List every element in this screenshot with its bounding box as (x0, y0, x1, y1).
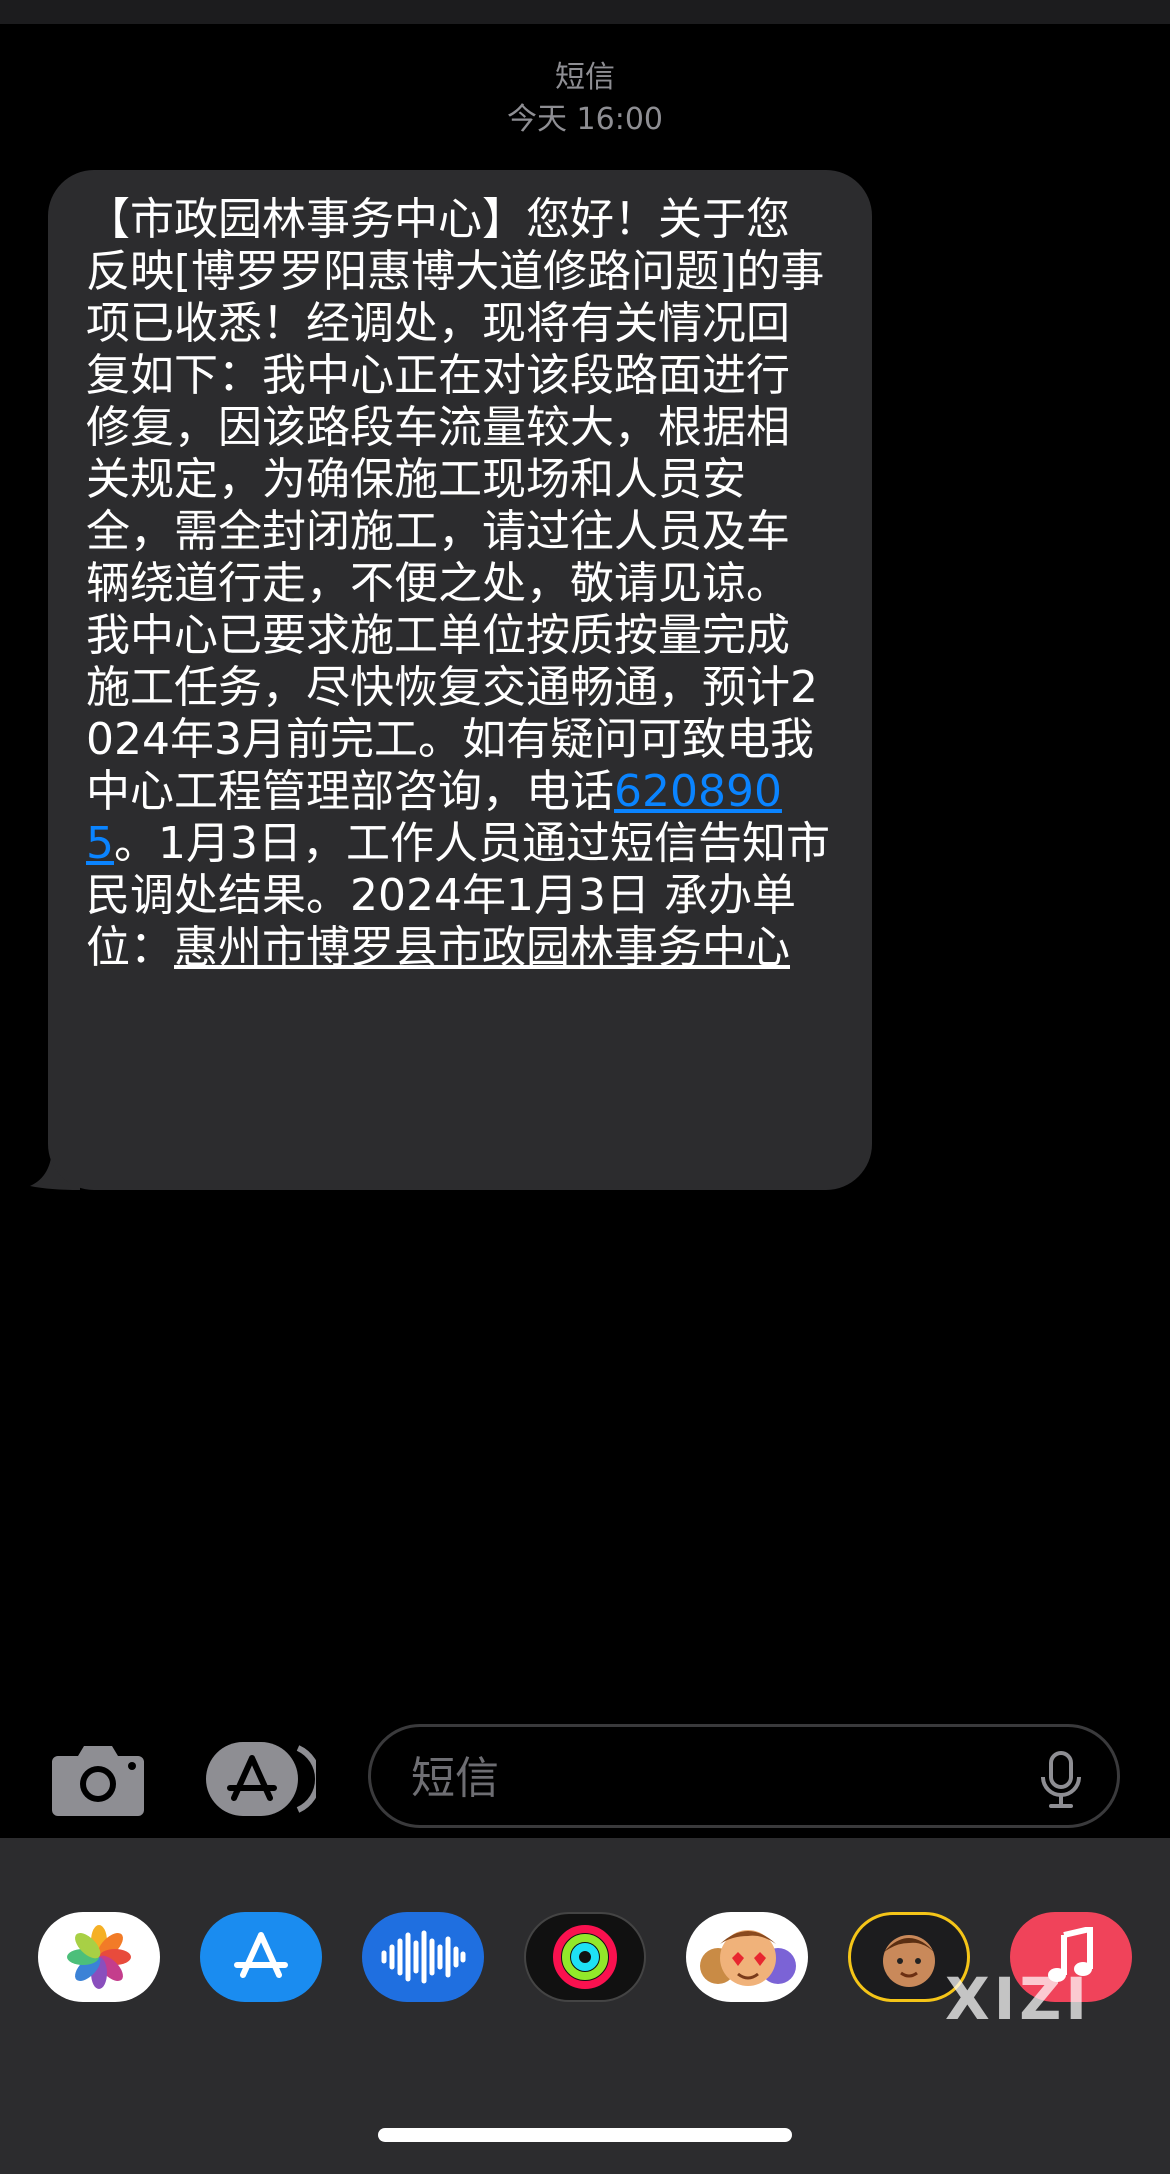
message-input[interactable] (409, 1743, 1013, 1813)
audio-message-icon[interactable] (362, 1912, 484, 2002)
photos-app-icon[interactable] (38, 1912, 160, 2002)
message-input-field[interactable] (368, 1724, 1120, 1828)
microphone-icon[interactable] (1039, 1751, 1083, 1809)
memoji-stickers-icon[interactable] (686, 1912, 808, 2002)
message-bubble[interactable]: 【市政园林事务中心】您好！关于您反映[博罗罗阳惠博大道修路问题]的事项已收悉！经… (48, 170, 872, 1190)
organization-link[interactable]: 惠州市博罗县市政园林事务中心 (174, 922, 790, 973)
service-label: 短信 (555, 60, 615, 95)
watermark: XIZI (945, 1965, 1091, 2033)
app-store-icon[interactable] (200, 1912, 322, 2002)
timestamp: 今天 16:00 (507, 102, 663, 137)
activity-icon[interactable] (524, 1912, 646, 2002)
camera-icon[interactable] (52, 1742, 144, 1816)
message-text: 【市政园林事务中心】您好！关于您反映[博罗罗阳惠博大道修路问题]的事项已收悉！经… (86, 194, 825, 817)
app-store-button-icon[interactable] (206, 1742, 316, 1816)
conversation-header: 短信 今天 16:00 (0, 58, 1170, 140)
home-indicator[interactable] (378, 2128, 792, 2142)
top-bar (0, 0, 1170, 24)
input-bar (0, 1720, 1170, 1840)
